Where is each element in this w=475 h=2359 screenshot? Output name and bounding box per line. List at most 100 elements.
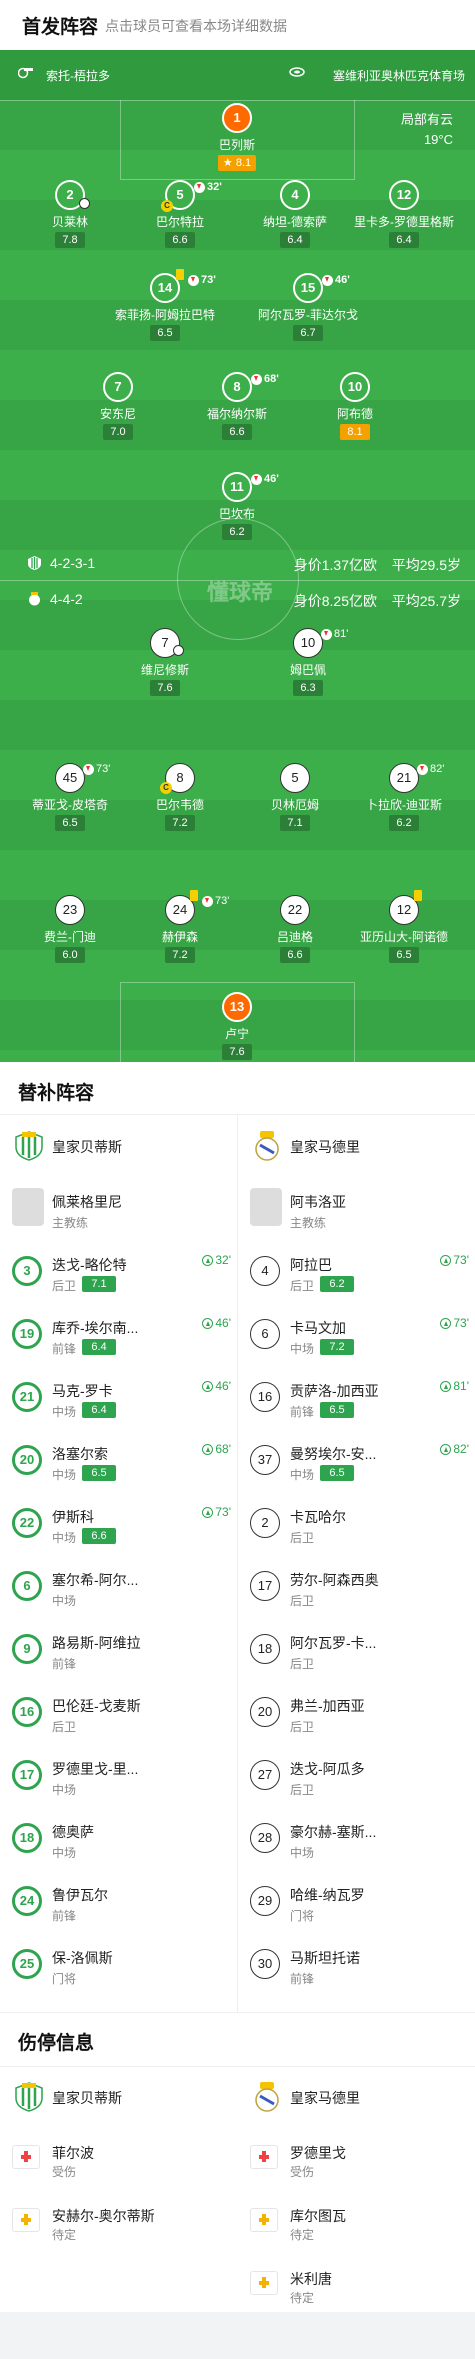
player-home-1[interactable]: 1 巴列斯 ★ 8.1 (172, 103, 302, 171)
sub-player-away-2[interactable]: 2 卡瓦哈尔 后卫 (238, 1493, 475, 1556)
sub-player-home-24[interactable]: 24 鲁伊瓦尔 前锋 (0, 1871, 237, 1934)
sub-player-away-30[interactable]: 30 马斯坦托诺 前锋 (238, 1934, 475, 1997)
doubtful-icon (12, 2208, 40, 2232)
sub-number: 17 (250, 1571, 280, 1601)
player-home-8[interactable]: 8 68' 福尔纳尔斯 6.6 (172, 372, 302, 440)
sub-name: 巴伦廷-戈麦斯 (52, 1698, 141, 1714)
player-rating: 6.0 (55, 947, 85, 963)
player-number: 8 (233, 379, 241, 394)
sub-player-home-25[interactable]: 25 保-洛佩斯 门将 (0, 1934, 237, 1997)
sub-player-home-17[interactable]: 17 罗德里戈-里... 中场 (0, 1745, 237, 1808)
home-coach[interactable]: 佩莱格里尼 主教练 (0, 1178, 237, 1241)
sub-player-away-28[interactable]: 28 豪尔赫-塞斯... 中场 (238, 1808, 475, 1871)
player-number: 10 (300, 635, 316, 650)
player-away-10[interactable]: 10 81' 姆巴佩 6.3 (243, 628, 373, 696)
player-rating: 6.4 (389, 232, 419, 248)
sub-name: 劳尔-阿森西奥 (290, 1572, 379, 1588)
player-home-5[interactable]: 5 C 32' 巴尔特拉 6.6 (115, 180, 245, 248)
home-crest-small-icon (28, 556, 41, 570)
yellow-card-icon (190, 890, 198, 901)
sub-in-minute: 73' (453, 1316, 469, 1330)
sub-out-icon (322, 274, 333, 286)
divider (0, 2012, 475, 2013)
injured-player-name: 库尔图瓦 (290, 2208, 346, 2224)
player-home-11[interactable]: 11 46' 巴坎布 6.2 (172, 472, 302, 540)
player-away-13[interactable]: 13 卢宁 7.6 (172, 992, 302, 1060)
sub-player-away-17[interactable]: 17 劳尔-阿森西奥 后卫 (238, 1556, 475, 1619)
sub-in-minute: 68' (215, 1442, 231, 1456)
player-away-8[interactable]: 8C 巴尔韦德 7.2 (115, 763, 245, 831)
injury-item[interactable]: 罗德里戈 受伤 (238, 2127, 475, 2190)
player-number: 4 (280, 180, 310, 210)
player-home-15[interactable]: 15 46' 阿尔瓦罗-菲达尔戈 6.7 (243, 273, 373, 341)
sub-player-away-4[interactable]: 4 阿拉巴 后卫 6.2 73' (238, 1241, 475, 1304)
player-number: 5 (280, 763, 310, 793)
sub-position: 中场 (290, 1342, 315, 1356)
player-number: 8 (176, 770, 184, 785)
injury-item[interactable]: 安赫尔-奥尔蒂斯 待定 (0, 2190, 237, 2253)
sub-position: 后卫 (290, 1531, 315, 1545)
injury-item[interactable]: 菲尔波 受伤 (0, 2127, 237, 2190)
player-away-12[interactable]: 12 亚历山大-阿诺德 6.5 (339, 890, 469, 963)
sub-name: 马斯坦托诺 (290, 1950, 360, 1966)
sub-player-away-27[interactable]: 27 迭戈-阿瓜多 后卫 (238, 1745, 475, 1808)
sub-in-icon (440, 1254, 452, 1266)
sub-name: 伊斯科 (52, 1509, 94, 1525)
injury-item[interactable]: 库尔图瓦 待定 (238, 2190, 475, 2253)
sub-number: 6 (250, 1319, 280, 1349)
sub-player-away-20[interactable]: 20 弗兰-加西亚 后卫 (238, 1682, 475, 1745)
player-number: 23 (55, 895, 85, 925)
injured-player-name: 安赫尔-奥尔蒂斯 (52, 2208, 155, 2224)
injury-status: 待定 (290, 2228, 315, 2242)
player-away-7[interactable]: 7 维尼修斯 7.6 (100, 628, 230, 696)
sub-out-minute: 32' (207, 181, 222, 193)
sub-player-home-21[interactable]: 21 马克-罗卡 中场 6.4 46' (0, 1367, 237, 1430)
player-number: 1 (222, 103, 252, 133)
sub-player-home-3[interactable]: 3 迭戈-略伦特 后卫 7.1 32' (0, 1241, 237, 1304)
sub-player-home-16[interactable]: 16 巴伦廷-戈麦斯 后卫 (0, 1682, 237, 1745)
injured-player-name: 米利唐 (290, 2271, 332, 2287)
sub-player-away-18[interactable]: 18 阿尔瓦罗-卡... 后卫 (238, 1619, 475, 1682)
sub-player-home-20[interactable]: 20 洛塞尔索 中场 6.5 68' (0, 1430, 237, 1493)
sub-player-home-22[interactable]: 22 伊斯科 中场 6.6 73' (0, 1493, 237, 1556)
player-home-14[interactable]: 14 73' 索菲扬-阿姆拉巴特 6.5 (100, 269, 230, 341)
sub-player-home-18[interactable]: 18 德奥萨 中场 (0, 1808, 237, 1871)
coach-name: 阿韦洛亚 (290, 1194, 346, 1210)
player-number: 24 (172, 902, 188, 917)
player-rating: 6.6 (280, 947, 310, 963)
player-home-10[interactable]: 10 阿布德 8.1 (290, 372, 420, 440)
injured-player-name: 菲尔波 (52, 2145, 94, 2161)
sub-out-icon (194, 181, 205, 193)
sub-in-minute: 82' (453, 1442, 469, 1456)
sub-player-away-6[interactable]: 6 卡马文加 中场 7.2 73' (238, 1304, 475, 1367)
sub-number: 9 (12, 1634, 42, 1664)
sub-player-home-6[interactable]: 6 塞尔希-阿尔... 中场 (0, 1556, 237, 1619)
away-coach[interactable]: 阿韦洛亚 主教练 (238, 1178, 475, 1241)
player-rating: 7.6 (150, 680, 180, 696)
sub-position: 后卫 (290, 1783, 315, 1797)
sub-player-home-9[interactable]: 9 路易斯-阿维拉 前锋 (0, 1619, 237, 1682)
substitutes-section: 替补阵容 皇家贝蒂斯 皇家马德里 佩莱格里尼 主教练 阿韦洛亚 主教练 3 迭戈-… (0, 1062, 475, 2012)
sub-number: 3 (12, 1256, 42, 1286)
sub-in-icon (440, 1443, 452, 1455)
injury-item[interactable]: 米利唐 待定 (238, 2253, 475, 2316)
sub-player-away-16[interactable]: 16 贡萨洛-加西亚 前锋 6.5 81' (238, 1367, 475, 1430)
sub-number: 2 (250, 1508, 280, 1538)
lineup-header: 首发阵容 点击球员可查看本场详细数据 (0, 0, 475, 50)
sub-player-away-37[interactable]: 37 曼努埃尔-安... 中场 6.5 82' (238, 1430, 475, 1493)
player-rating: 7.8 (55, 232, 85, 248)
doubtful-icon (250, 2271, 278, 2295)
player-home-12[interactable]: 12 里卡多-罗德里格斯 6.4 (339, 180, 469, 248)
player-name: 赫伊森 (161, 930, 198, 944)
player-home-7[interactable]: 7 安东尼 7.0 (53, 372, 183, 440)
sub-number: 20 (12, 1445, 42, 1475)
player-away-24[interactable]: 24 73' 赫伊森 7.2 (115, 890, 245, 963)
sub-in-marker: 32' (202, 1253, 231, 1267)
player-name: 巴坎布 (218, 507, 255, 521)
sub-number: 17 (12, 1760, 42, 1790)
sub-player-away-29[interactable]: 29 哈维-纳瓦罗 门将 (238, 1871, 475, 1934)
player-away-21[interactable]: 21 82' 卜拉欣-迪亚斯 6.2 (339, 763, 469, 831)
sub-position: 中场 (52, 1531, 77, 1545)
sub-player-home-19[interactable]: 19 库乔-埃尔南... 前锋 6.4 46' (0, 1304, 237, 1367)
sub-out-icon (202, 896, 213, 907)
